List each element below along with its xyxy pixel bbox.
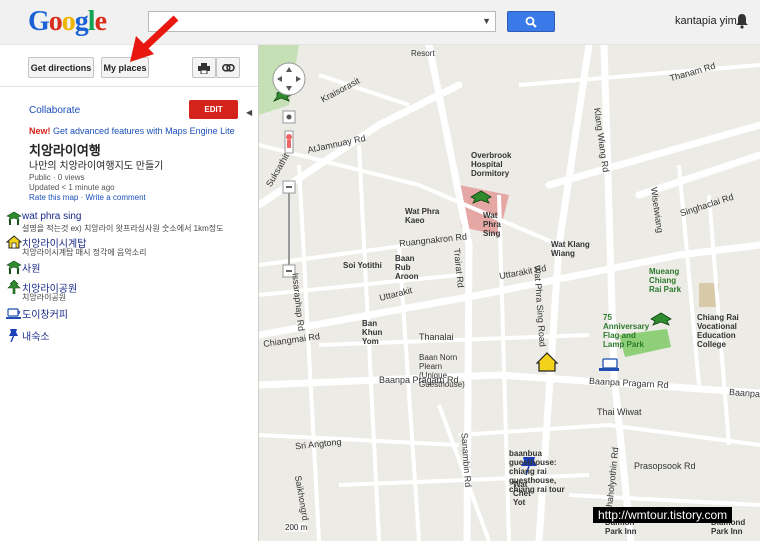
- user-name[interactable]: kantapia yim: [675, 15, 737, 27]
- park-label: 75 Anniversary Flag and Lamp Park: [603, 313, 650, 349]
- road-label: Prasopsook Rd: [634, 461, 696, 471]
- blue-pushpin-icon: [9, 329, 18, 342]
- google-logo[interactable]: Google: [28, 6, 107, 38]
- list-item[interactable]: 도이창커피: [6, 306, 256, 322]
- place-label: Soi Yotithi: [343, 261, 382, 270]
- map-canvas[interactable]: Kraisorasit AtJamnuay Rd Klang Wiang Rd …: [259, 45, 760, 541]
- place-label: Resort: [411, 49, 435, 58]
- print-button[interactable]: [192, 57, 216, 78]
- red-arrow-annotation: [130, 15, 179, 62]
- search-box[interactable]: ▼: [148, 11, 496, 32]
- collapse-panel-icon[interactable]: ◀: [246, 108, 252, 117]
- place-label: Wat Phra Sing: [483, 211, 501, 238]
- place-label: Overbrook Hospital Dormitory: [471, 151, 512, 178]
- link-button[interactable]: [216, 57, 240, 78]
- top-bar: Google ▼ kantapia yim: [0, 0, 760, 45]
- place-label: Wat Phra Kaeo: [405, 207, 440, 225]
- place-name[interactable]: wat phra sing: [22, 211, 81, 222]
- search-button[interactable]: [507, 11, 555, 32]
- edit-button[interactable]: EDIT: [189, 100, 238, 119]
- rate-comment-row: Rate this map · Write a comment: [29, 193, 146, 202]
- list-item[interactable]: 사원: [6, 260, 256, 276]
- get-directions-button[interactable]: Get directions: [28, 57, 94, 78]
- coffee-cup-icon: [6, 308, 21, 319]
- green-tree-icon: [6, 260, 22, 274]
- place-label: Wat Klang Wiang: [551, 240, 590, 258]
- road-label: Thai Wiwat: [597, 407, 642, 417]
- place-name[interactable]: 도이창커피: [22, 306, 68, 321]
- new-features-notice: New! Get advanced features with Maps Eng…: [29, 126, 235, 136]
- place-description: 치앙라이공원: [22, 293, 67, 302]
- place-name[interactable]: 내숙소: [22, 328, 50, 343]
- maps-engine-link[interactable]: Get advanced features with Maps Engine L…: [53, 126, 235, 136]
- map-views: Public · 0 views: [29, 173, 85, 182]
- list-item[interactable]: wat phra sing 설명을 적는것 ex) 치앙라이 왓프라싱사원 숫소…: [6, 211, 256, 235]
- search-icon: [525, 16, 537, 28]
- map-scale: 200 m: [285, 523, 308, 532]
- write-comment-link[interactable]: Write a comment: [85, 193, 145, 202]
- list-item[interactable]: 치앙라이시계탑 치앙라이시계탑 매시 정각에 음악소리: [6, 235, 256, 259]
- new-label: New!: [29, 126, 51, 136]
- notification-bell-icon[interactable]: [735, 13, 749, 29]
- watermark: http://wmtour.tistory.com: [593, 507, 733, 523]
- place-label: Chiang Rai Vocational Education College: [697, 313, 739, 349]
- place-label: Ban Khun Yom: [362, 319, 383, 346]
- map-updated: Updated < 1 minute ago: [29, 183, 115, 192]
- collaborate-link[interactable]: Collaborate: [29, 105, 80, 116]
- green-tree-icon: [7, 280, 21, 294]
- divider: [0, 86, 258, 87]
- road-label: Baanpa: [728, 386, 760, 400]
- search-dropdown-icon[interactable]: ▼: [482, 16, 491, 26]
- map-subtitle: 나만의 치앙라이여행지도 만들기: [29, 161, 164, 172]
- road-label: Thanalai: [419, 332, 454, 342]
- place-description: 설명을 적는것 ex) 치앙라이 왓프라싱사원 숫소에서 1km정도: [22, 224, 224, 233]
- place-label: Baan Norn Plearn (Unique Guesthouse): [419, 353, 465, 389]
- print-icon: [198, 63, 210, 75]
- link-icon: [221, 64, 235, 72]
- list-item[interactable]: 내숙소: [6, 328, 256, 344]
- left-panel: Get directions My places ◀ Collaborate E…: [0, 45, 259, 541]
- place-description: 치앙라이시계탑 매시 정각에 음악소리: [22, 248, 147, 257]
- yellow-house-icon: [6, 235, 22, 249]
- list-item[interactable]: 치앙라이공원 치앙라이공원: [6, 280, 256, 304]
- place-label: Wat Chet Yot: [513, 480, 531, 507]
- green-tree-icon: [6, 211, 22, 225]
- search-input[interactable]: [149, 12, 477, 30]
- park-label: Mueang Chiang Rai Park: [649, 267, 682, 294]
- place-label: Baan Rub Aroon: [395, 254, 419, 281]
- place-name[interactable]: 사원: [22, 260, 40, 275]
- rate-map-link[interactable]: Rate this map: [29, 193, 78, 202]
